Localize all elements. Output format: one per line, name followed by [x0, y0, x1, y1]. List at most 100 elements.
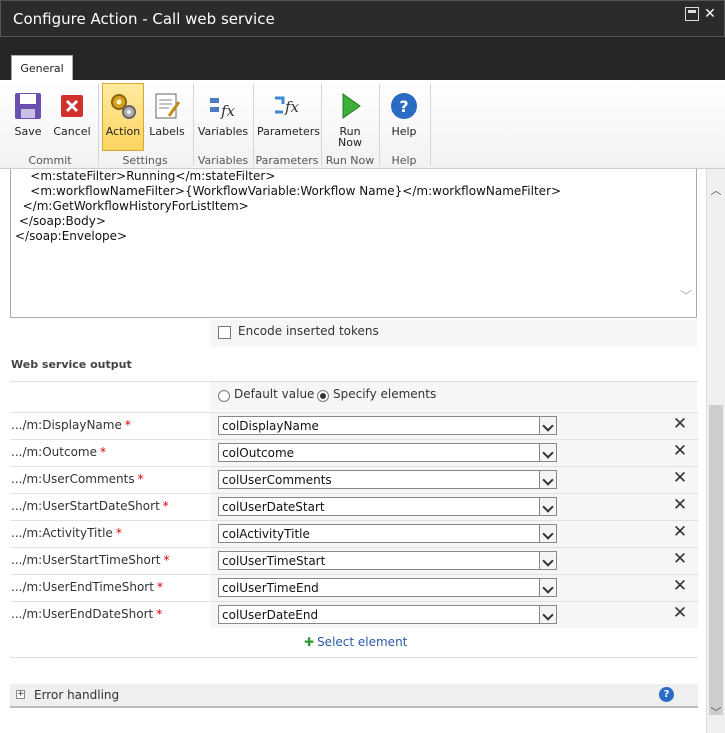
output-mapping-row: .../m:UserStartTimeShort * colUserTimeSta… [10, 547, 698, 574]
scroll-down-icon[interactable]: ﹀ [710, 707, 722, 719]
parameters-label: Parameters [257, 125, 320, 138]
vertical-scrollbar[interactable]: ︿ ﹀ [706, 169, 725, 733]
help-button[interactable]: ? Help [384, 84, 424, 150]
column-select-value: colDisplayName [222, 419, 319, 433]
column-select[interactable]: colUserComments [218, 470, 557, 489]
code-line: </m:GetWorkflowHistoryForListItem> [15, 199, 249, 213]
code-line: <m:stateFilter>Running</m:stateFilter> [15, 169, 276, 183]
save-icon [15, 93, 41, 119]
delete-icon[interactable]: ✕ [671, 442, 689, 460]
select-element-link[interactable]: ✚ Select element [304, 635, 407, 649]
column-select[interactable]: colUserTimeEnd [218, 578, 557, 597]
parameter-name: .../m:Outcome * [11, 445, 106, 459]
cancel-icon [61, 95, 83, 117]
encode-tokens-checkbox[interactable] [218, 326, 231, 339]
window-title: Configure Action - Call web service [13, 10, 275, 28]
labels-label: Labels [149, 125, 185, 138]
run-now-button[interactable]: Run Now [326, 84, 374, 150]
parameter-name-text: .../m:DisplayName [11, 418, 122, 432]
close-icon[interactable]: ✕ [703, 7, 717, 21]
delete-icon[interactable]: ✕ [671, 415, 689, 433]
code-line: </soap:Envelope> [15, 229, 128, 243]
play-icon [342, 93, 361, 119]
chevron-down-icon[interactable] [539, 498, 556, 515]
parameter-name-text: .../m:UserStartDateShort [11, 499, 160, 513]
required-mark: * [137, 472, 144, 486]
action-button[interactable]: Action [102, 83, 144, 151]
parameter-name-text: .../m:UserComments [11, 472, 135, 486]
labels-button[interactable]: Labels [147, 84, 187, 150]
chevron-down-icon[interactable] [539, 525, 556, 542]
chevron-down-icon[interactable] [539, 579, 556, 596]
gears-icon [111, 94, 136, 119]
parameter-name-text: .../m:UserEndTimeShort [11, 580, 154, 594]
tab-general[interactable]: General [11, 55, 73, 82]
svg-text:?: ? [399, 97, 408, 116]
group-label-run-now: Run Now [325, 154, 375, 167]
column-select[interactable]: colUserDateEnd [218, 605, 557, 624]
specify-elements-radio[interactable] [317, 390, 329, 402]
expand-icon[interactable]: + [16, 690, 25, 699]
help-icon[interactable]: ? [659, 687, 674, 702]
column-select[interactable]: colUserTimeStart [218, 551, 557, 570]
scrollbar-thumb[interactable] [709, 405, 723, 715]
soap-request-editor[interactable]: <m:stateFilter>Running</m:stateFilter> <… [10, 169, 697, 318]
delete-icon[interactable]: ✕ [671, 523, 689, 541]
parameter-name-text: .../m:UserStartTimeShort [11, 553, 161, 567]
delete-icon[interactable]: ✕ [671, 550, 689, 568]
required-mark: * [115, 526, 122, 540]
delete-icon[interactable]: ✕ [671, 469, 689, 487]
parameters-button[interactable]: fx Parameters [257, 84, 320, 150]
output-mapping-row: .../m:DisplayName * colDisplayName ✕ [10, 412, 698, 439]
chevron-down-icon[interactable] [539, 417, 556, 434]
save-button[interactable]: Save [8, 84, 48, 150]
chevron-down-icon[interactable]: ﹀ [680, 287, 692, 304]
scroll-up-icon[interactable]: ︿ [710, 185, 722, 197]
dialog-content: <m:stateFilter>Running</m:stateFilter> <… [0, 169, 706, 733]
output-mapping-row: .../m:UserComments * colUserComments ✕ [10, 466, 698, 493]
group-label-help: Help [391, 154, 417, 167]
column-select[interactable]: colUserDateStart [218, 497, 557, 516]
column-select-value: colUserTimeEnd [222, 581, 319, 595]
parameters-fx-icon: fx [275, 96, 300, 116]
ribbon-separator [98, 84, 99, 166]
plus-icon: ✚ [304, 635, 315, 649]
group-label-commit: Commit [28, 154, 72, 167]
output-mapping-row: .../m:UserStartDateShort * colUserDateSta… [10, 493, 698, 520]
svg-text:fx: fx [284, 98, 300, 116]
column-select[interactable]: colDisplayName [218, 416, 557, 435]
error-handling-row[interactable]: + Error handling ? [10, 684, 698, 708]
maximize-icon[interactable] [685, 7, 699, 21]
ribbon: Save Cancel Action Labels fx Variables f… [0, 80, 725, 169]
output-mapping-row: .../m:UserEndTimeShort * colUserTimeEnd ✕ [10, 574, 698, 601]
save-label: Save [14, 125, 42, 138]
web-service-output-heading: Web service output [11, 358, 132, 371]
column-select-value: colUserDateStart [222, 500, 325, 514]
delete-icon[interactable]: ✕ [671, 496, 689, 514]
chevron-down-icon[interactable] [539, 471, 556, 488]
chevron-down-icon[interactable] [539, 444, 556, 461]
error-handling-label: Error handling [34, 688, 120, 702]
parameter-name: .../m:DisplayName * [11, 418, 131, 432]
chevron-down-icon[interactable] [539, 552, 556, 569]
window-title-bar: Configure Action - Call web service ✕ [0, 0, 725, 37]
column-select-value: colUserTimeStart [222, 554, 326, 568]
divider [10, 657, 698, 658]
column-select[interactable]: colActivityTitle [218, 524, 557, 543]
required-mark: * [124, 418, 131, 432]
default-value-radio[interactable] [218, 390, 230, 402]
variables-button[interactable]: fx Variables [197, 84, 249, 150]
delete-icon[interactable]: ✕ [671, 604, 689, 622]
parameter-name-text: .../m:UserEndDateShort [11, 607, 154, 621]
delete-icon[interactable]: ✕ [671, 577, 689, 595]
column-select[interactable]: colOutcome [218, 443, 557, 462]
help-icon: ? [391, 93, 417, 119]
default-value-label: Default value [234, 387, 315, 401]
required-mark: * [156, 607, 163, 621]
column-select-value: colActivityTitle [222, 527, 310, 541]
ribbon-tab-strip: General [0, 37, 725, 82]
svg-text:fx: fx [220, 102, 236, 120]
chevron-down-icon[interactable] [539, 606, 556, 623]
cancel-button[interactable]: Cancel [52, 84, 92, 150]
variables-label: Variables [197, 125, 249, 138]
